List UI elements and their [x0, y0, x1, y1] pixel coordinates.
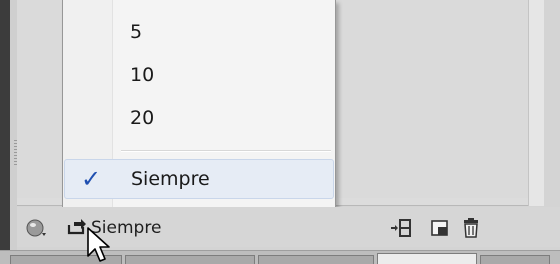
- panel-scrollbar[interactable]: [528, 0, 544, 206]
- menu-item-10[interactable]: 10: [64, 55, 334, 95]
- menu-item-label: 10: [130, 64, 155, 86]
- menu-item-label: 20: [130, 107, 155, 129]
- copy-frames-icon[interactable]: [389, 217, 413, 239]
- trash-icon[interactable]: [461, 217, 481, 239]
- menu-item-label: 5: [130, 21, 143, 43]
- menu-item-siempre[interactable]: ✓ Siempre: [64, 159, 334, 199]
- panel-tab[interactable]: [480, 255, 550, 264]
- menu-item-5[interactable]: 5: [64, 12, 334, 52]
- window-edge: [0, 0, 10, 264]
- menu-separator: [121, 150, 331, 152]
- panel-tab-strip: [0, 250, 560, 264]
- menu-item-20[interactable]: 20: [64, 98, 334, 138]
- new-layer-icon[interactable]: [429, 217, 451, 239]
- panel-tab[interactable]: [258, 255, 374, 264]
- sphere-menu-icon[interactable]: [25, 217, 49, 239]
- panel-tab[interactable]: [125, 255, 255, 264]
- checkmark-icon: ✓: [81, 165, 102, 193]
- window-side-strip: [10, 0, 17, 264]
- mouse-cursor-icon: [86, 226, 112, 264]
- menu-item-label: Siempre: [131, 168, 210, 190]
- loop-options-menu: 5 10 20 ✓ Siempre: [62, 0, 336, 208]
- panel-tab-active[interactable]: [377, 253, 477, 264]
